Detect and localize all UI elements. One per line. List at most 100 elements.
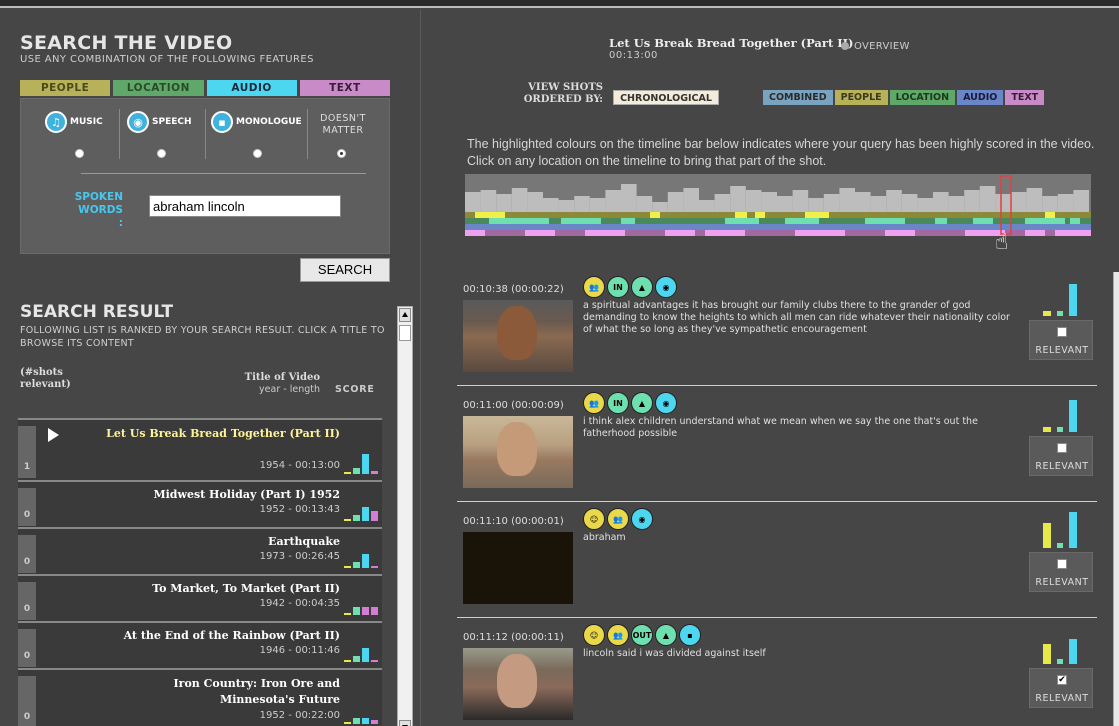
relevant-checkbox[interactable]: [1057, 559, 1067, 569]
score-bar: [371, 660, 378, 662]
speech-icon: ◉: [655, 276, 677, 298]
monologue-icon: ▪: [679, 624, 701, 646]
relevant-toggle[interactable]: ✔ RELEVANT: [1029, 668, 1093, 708]
shot-item[interactable]: 00:11:10 (00:00:01) ☺ 👥 ◉ abraham RELEVANT: [457, 502, 1097, 618]
shot-score-bar: [1043, 522, 1051, 548]
timeline-bar-segment: [839, 188, 855, 212]
location-hit: [621, 218, 635, 224]
shot-item[interactable]: 00:10:38 (00:00:22) 👥 IN ▲ ◉ a spiritual adva…: [457, 270, 1097, 386]
shot-timecode: 00:11:00 (00:00:09): [463, 400, 564, 411]
score-bar: [353, 656, 360, 662]
text-hit: [665, 230, 695, 236]
search-heading: SEARCH THE VIDEO: [20, 32, 233, 54]
score-bar: [362, 648, 369, 662]
feature-tabs: PEOPLE LOCATION AUDIO TEXT: [20, 80, 390, 96]
scroll-thumb[interactable]: [399, 325, 411, 341]
shot-item[interactable]: 00:11:12 (00:00:11) ☺ 👥 OUT ▲ ▪ lincoln said i…: [457, 618, 1097, 726]
shot-score-bars: [1043, 280, 1087, 316]
order-chronological-button[interactable]: CHRONOLOGICAL: [613, 90, 719, 105]
result-list: 1 Let Us Break Bread Together (Part II) 19…: [18, 418, 382, 726]
timeline-bar-segment: [808, 198, 824, 212]
result-meta: 1946 - 00:11:46: [259, 645, 340, 656]
relevant-checkbox[interactable]: [1057, 443, 1067, 453]
sort-tab-location[interactable]: LOCATION: [889, 90, 956, 105]
shot-feature-icons: 👥 IN ▲ ◉: [583, 276, 677, 298]
timeline-bar-segment: [621, 184, 637, 212]
speech-heads-icon: ◉: [127, 111, 149, 133]
result-title[interactable]: Earthquake: [268, 535, 340, 548]
shot-item[interactable]: 00:11:00 (00:00:09) 👥 IN ▲ ◉ i think alex chi…: [457, 386, 1097, 502]
feature-tab-text[interactable]: TEXT: [299, 80, 390, 96]
timeline-bar-segment: [574, 196, 590, 212]
score-bar: [362, 718, 369, 724]
timeline-bar-segment: [745, 190, 762, 212]
scroll-up-button[interactable]: [399, 308, 411, 322]
shot-thumbnail[interactable]: [463, 416, 573, 488]
score-bar: [362, 507, 369, 521]
order-label: VIEW SHOTS ORDERED BY:: [523, 82, 603, 105]
sort-tab-text[interactable]: TEXT: [1005, 90, 1045, 105]
sort-tab-people[interactable]: PEOPLE: [834, 90, 888, 105]
feature-tab-location[interactable]: LOCATION: [113, 80, 204, 96]
result-title[interactable]: To Market, To Market (Part II): [152, 582, 340, 595]
doesnt-matter-label: DOESN'T MATTER: [320, 113, 366, 136]
monologue-option: ▪ MONOLOGUE: [211, 111, 302, 133]
relevant-toggle[interactable]: RELEVANT: [1029, 320, 1093, 360]
overview-link[interactable]: OVERVIEW: [841, 41, 910, 52]
result-item[interactable]: 0 Iron Country: Iron Ore and Minnesota's …: [18, 668, 382, 726]
result-item[interactable]: 0 Earthquake 1973 - 00:26:45: [18, 527, 382, 574]
shot-thumbnail[interactable]: [463, 532, 573, 604]
result-title[interactable]: Let Us Break Bread Together (Part II): [100, 426, 340, 442]
result-title[interactable]: At the End of the Rainbow (Part II): [124, 629, 340, 642]
search-button[interactable]: SEARCH: [300, 258, 390, 282]
feature-tab-audio[interactable]: AUDIO: [206, 80, 297, 96]
face-silhouette: [497, 306, 537, 360]
sort-tab-combined[interactable]: COMBINED: [763, 90, 833, 105]
shot-thumbnail[interactable]: [463, 300, 573, 372]
divider: [307, 109, 308, 159]
relevant-toggle[interactable]: RELEVANT: [1029, 552, 1093, 592]
relevant-checkbox[interactable]: [1057, 327, 1067, 337]
col-shots-relevant: (#shots relevant): [20, 367, 71, 390]
location-hit: [1025, 218, 1065, 224]
doesnt-matter-radio[interactable]: [337, 149, 346, 158]
scroll-down-button[interactable]: [399, 720, 411, 726]
audio-options-panel: ♫ MUSIC ◉ SPEECH ▪ MONOLOGUE DOESN'T MAT…: [20, 98, 390, 254]
people-hit: [1045, 212, 1055, 218]
landscape-icon: ▲: [631, 276, 653, 298]
result-item[interactable]: 1 Let Us Break Bread Together (Part II) 19…: [18, 418, 382, 480]
relevant-checkbox[interactable]: ✔: [1057, 675, 1067, 685]
result-meta: 1952 - 00:22:00: [259, 710, 340, 721]
shot-scrollbar[interactable]: [1113, 272, 1119, 726]
timeline-bar-segment: [979, 186, 996, 212]
shots-relevant-count: 0: [18, 629, 36, 667]
speech-radio[interactable]: [157, 149, 166, 158]
sort-tab-audio[interactable]: AUDIO: [957, 90, 1004, 105]
score-bar: [353, 562, 360, 568]
score-bar: [344, 660, 351, 662]
shot-thumbnail[interactable]: [463, 648, 573, 720]
shot-feature-icons: 👥 IN ▲ ◉: [583, 392, 677, 414]
score-bar: [371, 471, 378, 474]
face-icon: ☺: [583, 508, 605, 530]
shot-list: 00:10:38 (00:00:22) 👥 IN ▲ ◉ a spiritual adva…: [457, 270, 1097, 726]
score-bar: [371, 511, 378, 521]
result-item[interactable]: 0 To Market, To Market (Part II) 1942 - 00…: [18, 574, 382, 621]
result-item[interactable]: 0 At the End of the Rainbow (Part II) 1946…: [18, 621, 382, 668]
result-item[interactable]: 0 Midwest Holiday (Part I) 1952 1952 - 00:…: [18, 480, 382, 527]
timeline-bar-segment: [761, 192, 777, 212]
feature-tab-people[interactable]: PEOPLE: [20, 80, 111, 96]
music-radio[interactable]: [75, 149, 84, 158]
result-title[interactable]: Midwest Holiday (Part I) 1952: [153, 488, 340, 501]
result-meta: 1952 - 00:13:43: [259, 504, 340, 515]
timeline-bar-segment: [496, 194, 512, 212]
monologue-radio[interactable]: [253, 149, 262, 158]
spoken-words-input[interactable]: [149, 195, 341, 217]
timeline-bar[interactable]: [465, 174, 1091, 236]
timeline-bar-segment: [543, 198, 559, 212]
result-title[interactable]: Iron Country: Iron Ore and Minnesota's F…: [100, 676, 340, 708]
location-hit: [561, 218, 601, 224]
result-scrollbar[interactable]: [397, 306, 413, 726]
timeline-bar-segment: [652, 202, 668, 212]
relevant-toggle[interactable]: RELEVANT: [1029, 436, 1093, 476]
